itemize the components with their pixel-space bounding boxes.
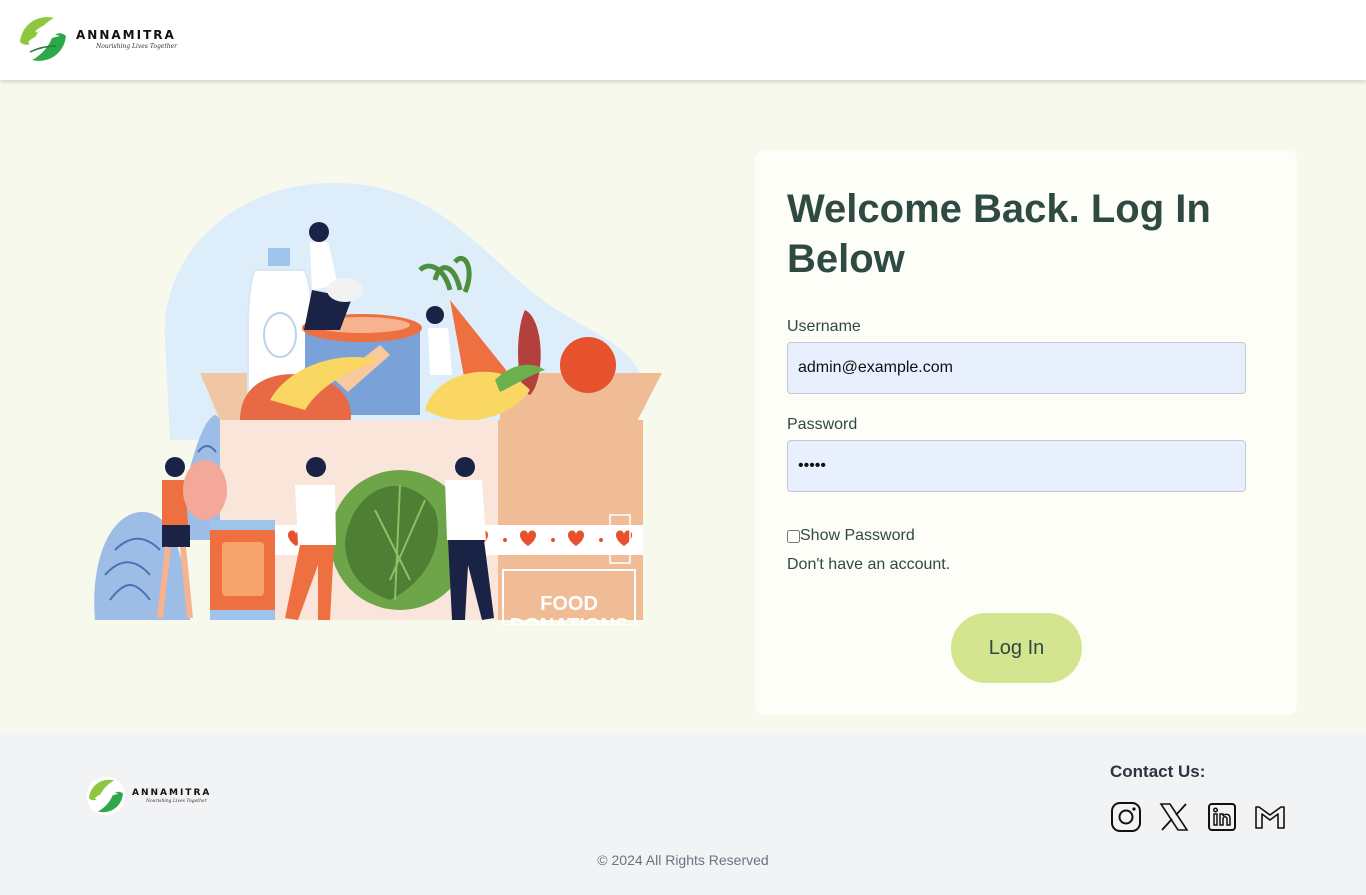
leaf-logo-icon bbox=[86, 776, 126, 816]
username-label: Username bbox=[787, 318, 861, 335]
linkedin-icon[interactable] bbox=[1206, 801, 1238, 833]
header-logo[interactable]: ANNAMITRA Nourishing Lives Together bbox=[16, 12, 177, 66]
instagram-icon[interactable] bbox=[1110, 801, 1142, 833]
footer-brand-name: ANNAMITRA bbox=[132, 788, 212, 798]
x-twitter-icon[interactable] bbox=[1158, 801, 1190, 833]
contact-title: Contact Us: bbox=[1110, 762, 1206, 781]
brand-tagline: Nourishing Lives Together bbox=[96, 43, 178, 50]
brand-name: ANNAMITRA bbox=[76, 28, 176, 42]
copyright-text: © 2024 All Rights Reserved bbox=[597, 852, 769, 868]
login-button[interactable]: Log In bbox=[951, 613, 1082, 683]
password-input[interactable] bbox=[787, 440, 1246, 492]
leaf-logo-icon bbox=[17, 13, 69, 65]
show-password-row: Show Password bbox=[787, 527, 915, 545]
login-card: Welcome Back. Log In Below Username Pass… bbox=[755, 150, 1297, 715]
login-title: Welcome Back. Log In Below bbox=[787, 187, 1211, 281]
box-label-line2: DONATIONS bbox=[510, 615, 629, 625]
password-label: Password bbox=[787, 416, 858, 433]
username-input[interactable] bbox=[787, 342, 1246, 394]
main-section: FOOD DONATIONS Welcome Back. Log In Belo… bbox=[0, 80, 1366, 733]
footer-brand-tagline: Nourishing Lives Together bbox=[146, 799, 207, 804]
food-donation-illustration: FOOD DONATIONS bbox=[94, 182, 662, 625]
footer-logo[interactable]: ANNAMITRA Nourishing Lives Together bbox=[86, 776, 211, 816]
site-header: ANNAMITRA Nourishing Lives Together bbox=[0, 0, 1366, 80]
site-footer: ANNAMITRA Nourishing Lives Together Cont… bbox=[0, 733, 1366, 895]
signup-link[interactable]: Don't have an account. bbox=[787, 556, 950, 574]
show-password-label[interactable]: Show Password bbox=[800, 527, 915, 545]
gmail-icon[interactable] bbox=[1254, 801, 1286, 833]
box-label-line1: FOOD bbox=[540, 593, 598, 615]
show-password-checkbox[interactable] bbox=[787, 529, 800, 543]
